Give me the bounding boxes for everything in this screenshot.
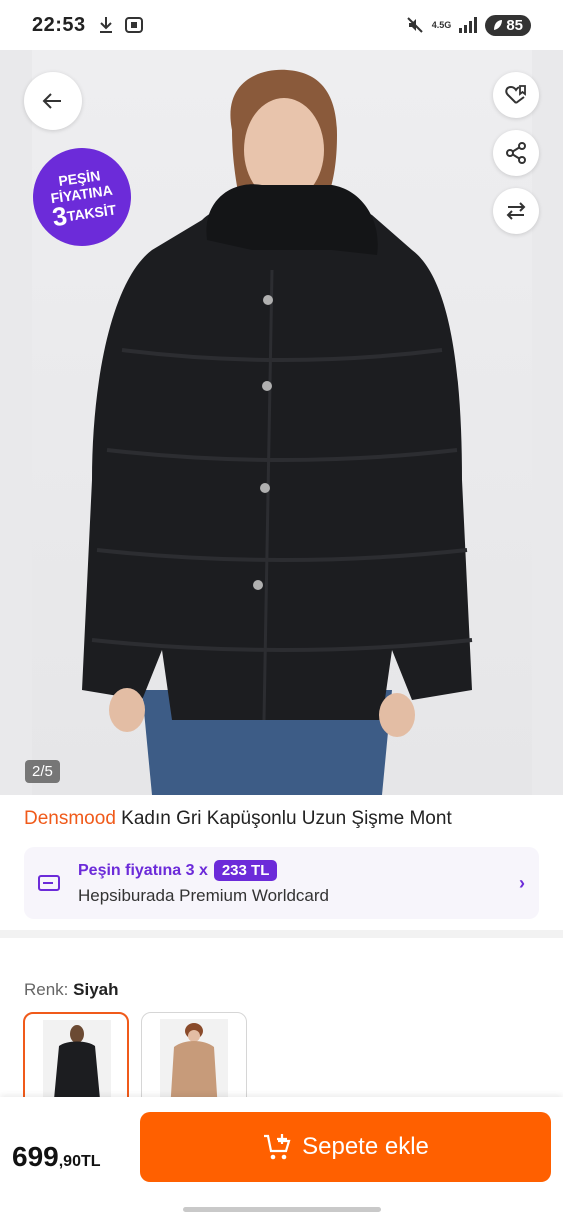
section-divider (0, 930, 563, 938)
color-label-text: Renk: (24, 980, 69, 999)
card-name: Hepsiburada Premium Worldcard (78, 886, 330, 905)
share-button[interactable] (493, 130, 539, 176)
product-name: Kadın Gri Kapüşonlu Uzun Şişme Mont (121, 808, 452, 829)
status-left-icons (98, 16, 144, 34)
status-bar: 22:53 4.5G 85 (0, 0, 563, 50)
compare-button[interactable] (493, 188, 539, 234)
product-image-gallery[interactable]: PEŞİN FİYATINA 3TAKSİT 2/5 (0, 50, 563, 795)
signal-icon (459, 17, 478, 33)
add-to-cart-label: Sepete ekle (302, 1133, 429, 1160)
product-page: 22:53 4.5G 85 PEŞİN FİYATINA 3TAKSİT 2/5… (0, 0, 563, 1219)
network-type: 4.5G (431, 19, 452, 30)
price-main: 699 (12, 1141, 59, 1172)
home-indicator[interactable] (183, 1207, 381, 1212)
status-time: 22:53 (32, 13, 86, 36)
battery-level: 85 (506, 16, 523, 34)
add-to-cart-button[interactable]: Sepete ekle (140, 1112, 551, 1182)
share-icon (506, 142, 526, 164)
download-icon (99, 17, 112, 33)
favorite-button[interactable] (493, 72, 539, 118)
heart-bookmark-icon (505, 85, 526, 104)
price: 699,90TL (12, 1141, 101, 1173)
installment-text: Peşin fiyatına 3 x 233 TL Hepsiburada Pr… (78, 860, 519, 906)
brand-link[interactable]: Densmood (24, 808, 116, 829)
installment-label: Peşin fiyatına 3 x (78, 861, 208, 879)
badge-word: TAKSİT (65, 200, 118, 224)
color-value: Siyah (73, 980, 119, 999)
compare-arrows-icon (506, 202, 526, 220)
badge-line3: 3TAKSİT (50, 197, 118, 232)
cart-plus-icon (264, 1134, 291, 1160)
screenshot-icon (124, 17, 143, 33)
battery-indicator: 85 (485, 14, 531, 36)
installment-amount: 233 TL (213, 860, 278, 881)
back-button[interactable] (24, 72, 82, 130)
credit-card-icon (38, 875, 60, 891)
status-right-icons: 4.5G 85 (406, 14, 531, 36)
product-title: Densmood Kadın Gri Kapüşonlu Uzun Şişme … (24, 808, 544, 830)
bottom-action-bar: 699,90TL Sepete ekle (0, 1097, 563, 1219)
price-decimal: ,90TL (58, 1153, 101, 1170)
arrow-left-icon (42, 93, 61, 109)
chevron-right-icon: › (519, 872, 525, 893)
leaf-icon (494, 20, 503, 30)
installment-card[interactable]: Peşin fiyatına 3 x 233 TL Hepsiburada Pr… (24, 847, 539, 919)
image-counter: 2/5 (25, 760, 60, 783)
color-label: Renk: Siyah (24, 980, 119, 1000)
mute-icon (407, 17, 423, 33)
installment-line: Peşin fiyatına 3 x 233 TL (78, 860, 519, 881)
